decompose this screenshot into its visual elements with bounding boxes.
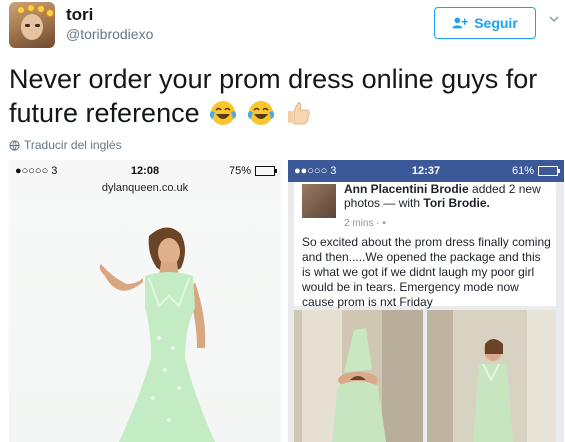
follow-button-label: Seguir xyxy=(474,15,518,31)
avatar-face xyxy=(21,14,43,40)
status-time: 12:08 xyxy=(130,165,160,177)
media-photo-facebook-post[interactable]: ●●○○○ 3 12:37 61% Ann Placentini Brodie … xyxy=(288,160,564,442)
avatar[interactable] xyxy=(9,2,55,48)
face-with-tears-of-joy-icon xyxy=(247,101,274,125)
facebook-post-card: Ann Placentini Brodie added 2 new photos… xyxy=(294,182,556,309)
post-header: Ann Placentini Brodie added 2 new photos… xyxy=(344,182,549,210)
carrier-signal: ●○○○○ 3 xyxy=(15,165,58,177)
browser-url: dylanqueen.co.uk xyxy=(9,182,281,199)
post-photos xyxy=(294,310,556,442)
post-photo xyxy=(427,310,556,442)
battery-icon xyxy=(538,166,560,176)
flower-crown-icon xyxy=(46,9,54,17)
post-time: 2 mins · • xyxy=(344,218,386,229)
post-body: So excited about the prom dress finally … xyxy=(302,235,551,309)
post-time-label: 2 mins · xyxy=(344,218,383,229)
chevron-down-icon[interactable] xyxy=(549,14,559,24)
dress-model-illustration xyxy=(99,227,215,442)
friends-icon: • xyxy=(382,218,386,229)
tweet-text: Never order your prom dress online guys … xyxy=(9,62,557,130)
media-photo-dress-listing[interactable]: ●○○○○ 3 ︎ 12:08 75% dylanqueen.co.uk xyxy=(9,160,281,442)
user-name[interactable]: tori xyxy=(66,5,93,25)
tagged-name: Tori Brodie. xyxy=(423,196,490,210)
battery-percent: 61% xyxy=(511,165,534,177)
battery-icon xyxy=(255,166,277,176)
globe-icon xyxy=(9,139,20,151)
post-photo xyxy=(294,310,423,442)
status-time: 12:37 xyxy=(411,165,441,177)
avatar-eye xyxy=(25,24,30,27)
user-handle[interactable]: @toribrodiexo xyxy=(66,26,153,42)
flower-crown-icon xyxy=(27,4,35,12)
poster-avatar xyxy=(302,184,336,218)
battery-percent: 75% xyxy=(228,165,251,177)
phone-status-bar: ●○○○○ 3 ︎ 12:08 75% xyxy=(9,160,281,182)
translate-link[interactable]: Traducir del inglés xyxy=(9,138,122,152)
flower-crown-icon xyxy=(37,5,45,13)
follow-button[interactable]: Seguir xyxy=(434,7,536,39)
dress-model-photo xyxy=(9,198,281,442)
face-with-tears-of-joy-icon xyxy=(210,101,237,125)
avatar-eye xyxy=(35,24,40,27)
poster-name: Ann Placentini Brodie xyxy=(344,182,469,196)
carrier-signal: ●●○○○ 3 xyxy=(294,165,337,177)
thumbs-up-icon xyxy=(288,102,310,125)
translate-label: Traducir del inglés xyxy=(24,138,122,152)
flower-crown-icon xyxy=(17,6,25,14)
add-user-icon xyxy=(452,17,469,29)
phone-status-bar: ●●○○○ 3 12:37 61% xyxy=(288,160,564,182)
